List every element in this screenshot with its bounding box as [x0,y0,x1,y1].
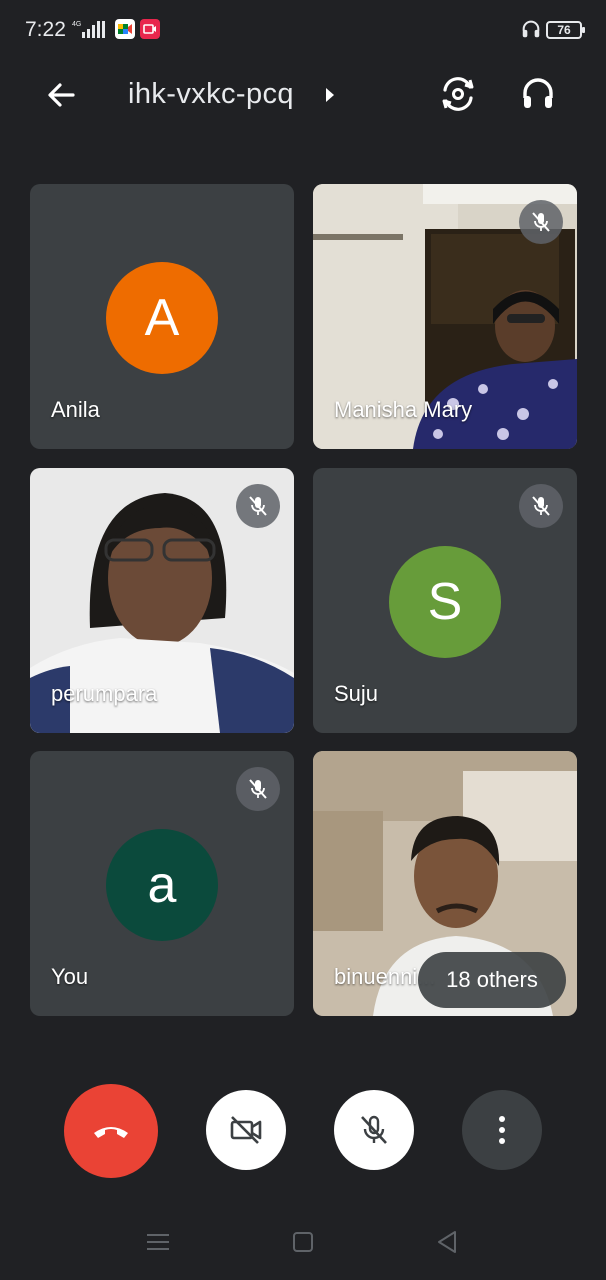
participant-name: Manisha Mary [334,397,473,422]
caret-right-icon[interactable] [324,86,336,104]
mic-off-icon [361,1115,387,1144]
muted-indicator [236,484,280,528]
meet-app-icon [115,19,135,39]
status-bar: 7:22 4G 76 [0,0,606,60]
end-call-icon [94,1127,128,1138]
meeting-code[interactable]: ihk-vxkc-pcq [128,78,294,111]
participant-tile-perumpara[interactable]: perumpara [30,468,294,733]
arrow-back-icon [48,83,75,107]
top-app-bar: ihk-vxkc-pcq [0,62,606,128]
more-options-button[interactable] [462,1090,542,1170]
muted-indicator [236,767,280,811]
status-time: 7:22 [25,18,66,41]
recents-icon[interactable] [147,1232,169,1252]
avatar: S [389,546,501,658]
mic-off-icon [249,779,267,799]
muted-indicator [519,484,563,528]
participant-name: perumpara [51,681,158,706]
signal-icon: 4G [72,21,105,38]
camera-off-icon [230,1116,262,1144]
participant-name: Suju [334,681,379,706]
headphones-status-icon [522,20,540,38]
mic-off-icon [532,496,550,516]
participant-tile-you[interactable]: a You [30,751,294,1016]
svg-text:4G: 4G [72,21,81,28]
back-button[interactable] [42,76,80,114]
headphones-icon [523,78,553,108]
camera-toggle-button[interactable] [206,1090,286,1170]
battery-indicator: 76 [546,21,585,39]
participant-tile-manisha-mary[interactable]: Manisha Mary [313,184,577,449]
switch-camera-button[interactable] [438,74,478,114]
avatar: A [106,262,218,374]
participant-tile-anila[interactable]: A Anila [30,184,294,449]
mic-off-icon [249,496,267,516]
nav-back-icon[interactable] [436,1230,458,1254]
participant-name: You [51,964,89,989]
others-count-button[interactable]: 18 others [418,952,566,1008]
recorder-app-icon [140,19,160,39]
avatar: a [106,829,218,941]
switch-camera-icon [442,77,474,111]
mic-off-icon [532,212,550,232]
home-icon[interactable] [293,1232,313,1252]
muted-indicator [519,200,563,244]
system-nav-bar [0,1210,606,1280]
mic-toggle-button[interactable] [334,1090,414,1170]
more-vert-icon [499,1116,505,1144]
audio-output-button[interactable] [518,74,558,114]
end-call-button[interactable] [64,1084,158,1178]
participant-tile-suju[interactable]: S Suju [313,468,577,733]
participant-name: Anila [51,397,100,422]
